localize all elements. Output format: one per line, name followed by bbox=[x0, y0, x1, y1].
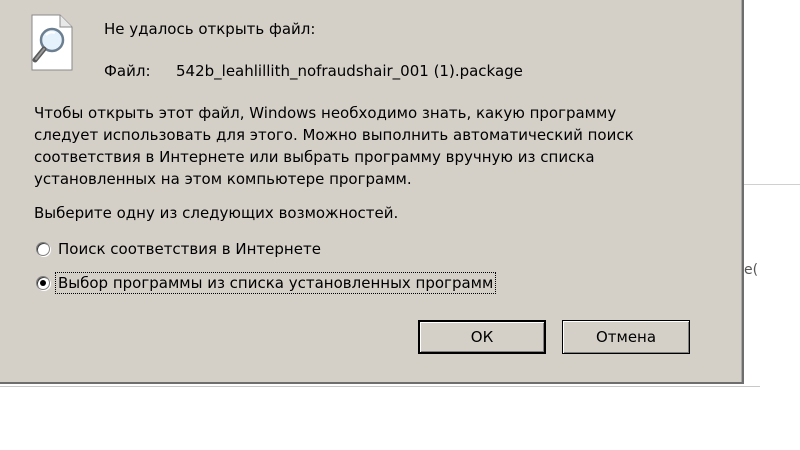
file-label: Файл: bbox=[104, 62, 151, 80]
option-web-search[interactable]: Поиск соответствия в Интернете bbox=[36, 238, 323, 260]
dialog-message-line: соответствия в Интернете или выбрать про… bbox=[34, 148, 595, 166]
option-select-program[interactable]: Выбор программы из списка установленных … bbox=[36, 272, 497, 294]
file-name: 542b_leahlillith_nofraudshair_001 (1).pa… bbox=[176, 62, 523, 80]
radio-web-search[interactable] bbox=[36, 242, 50, 256]
dialog-message-line: установленных на этом компьютере програм… bbox=[34, 170, 412, 188]
ok-button[interactable]: ОК bbox=[418, 320, 546, 354]
dialog-message-line: следует использовать для этого. Можно вы… bbox=[34, 126, 634, 144]
cancel-button[interactable]: Отмена bbox=[562, 320, 690, 354]
radio-select-program[interactable] bbox=[36, 276, 50, 290]
background-window-edge bbox=[0, 386, 760, 387]
open-with-dialog: Не удалось открыть файл: Файл: 542b_leah… bbox=[0, 0, 744, 384]
dialog-message-line: Чтобы открыть этот файл, Windows необход… bbox=[34, 104, 617, 122]
option-select-program-label[interactable]: Выбор программы из списка установленных … bbox=[54, 272, 497, 294]
background-window-edge bbox=[744, 184, 800, 185]
dialog-header: Не удалось открыть файл: bbox=[104, 20, 316, 38]
option-web-search-label[interactable]: Поиск соответствия в Интернете bbox=[56, 239, 323, 259]
file-search-icon bbox=[26, 14, 78, 72]
background-window-text: е( bbox=[744, 262, 759, 278]
dialog-message: Чтобы открыть этот файл, Windows необход… bbox=[34, 102, 724, 190]
options-prompt: Выберите одну из следующих возможностей. bbox=[34, 204, 399, 222]
